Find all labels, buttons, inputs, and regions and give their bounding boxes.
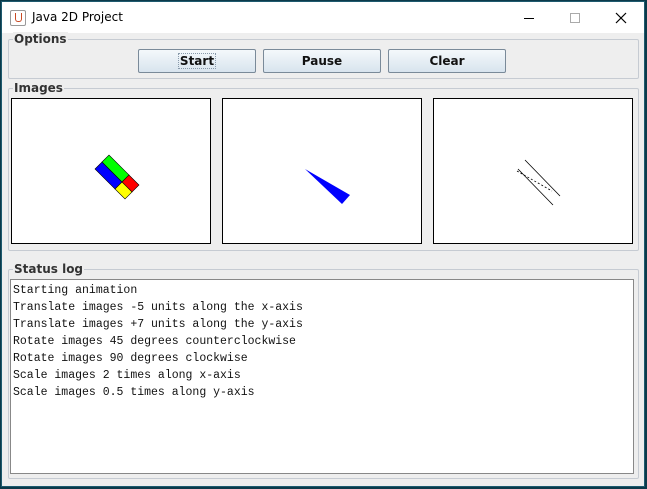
log-line: Rotate images 90 degrees clockwise xyxy=(13,352,248,365)
start-button-label: Start xyxy=(177,53,217,69)
options-legend: Options xyxy=(13,32,68,46)
log-line: Translate images -5 units along the x-ax… xyxy=(13,301,303,314)
log-line: Rotate images 45 degrees counterclockwis… xyxy=(13,335,296,348)
blue-triangle xyxy=(305,169,350,204)
window-title: Java 2D Project xyxy=(32,10,123,24)
line-1 xyxy=(524,159,561,197)
pause-button-label: Pause xyxy=(301,54,343,68)
status-legend: Status log xyxy=(13,262,85,276)
lines-image xyxy=(516,159,561,206)
line-2 xyxy=(517,168,554,206)
log-line: Starting animation xyxy=(13,284,138,297)
image-canvas-3 xyxy=(433,98,633,244)
log-line: Scale images 0.5 times along y-axis xyxy=(13,386,255,399)
status-log-textarea[interactable]: Starting animation Translate images -5 u… xyxy=(10,279,634,474)
images-legend: Images xyxy=(13,81,64,95)
pause-button[interactable]: Pause xyxy=(263,49,381,73)
log-line: Translate images +7 units along the y-ax… xyxy=(13,318,303,331)
maximize-icon[interactable] xyxy=(552,2,598,33)
minimize-icon[interactable] xyxy=(506,2,552,33)
clear-button[interactable]: Clear xyxy=(388,49,506,73)
java-app-icon xyxy=(10,10,26,26)
line-3 xyxy=(516,170,553,192)
image-canvas-2 xyxy=(222,98,422,244)
clear-button-label: Clear xyxy=(429,54,465,68)
title-bar[interactable]: Java 2D Project xyxy=(2,2,644,33)
rotated-rectangles-image xyxy=(94,154,140,200)
start-button[interactable]: Start xyxy=(138,49,256,73)
image-canvas-1 xyxy=(11,98,211,244)
blue-triangle-image xyxy=(305,169,350,204)
log-line: Scale images 2 times along x-axis xyxy=(13,369,241,382)
close-icon[interactable] xyxy=(598,2,644,33)
app-window: Java 2D Project Options Start Pause Clea… xyxy=(1,1,645,487)
